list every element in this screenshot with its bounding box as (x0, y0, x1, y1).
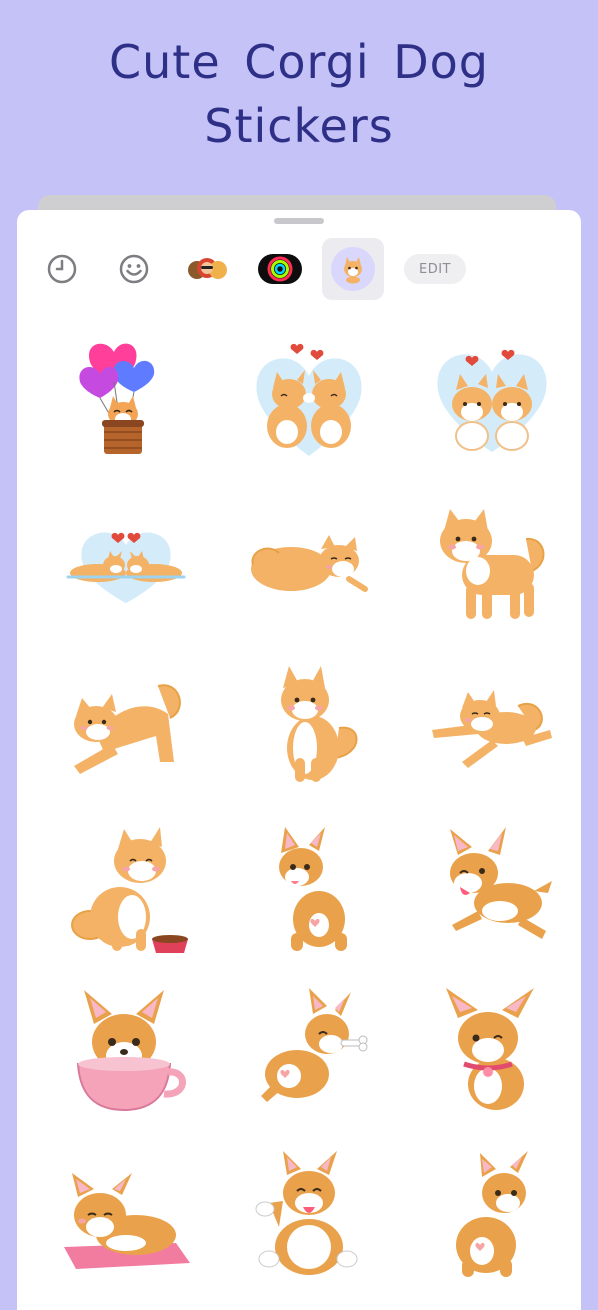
smiley-icon[interactable] (113, 238, 155, 300)
headline-line-2: Stickers (204, 99, 394, 153)
sticker-sitting-shiba[interactable] (222, 646, 396, 809)
edit-button[interactable]: EDIT (404, 254, 466, 284)
sticker-sleeping-shiba[interactable] (222, 483, 396, 646)
sticker-lying-corgis[interactable] (39, 483, 213, 646)
sticker-balloon-corgi[interactable] (39, 320, 213, 483)
sticker-kissing-corgis[interactable] (222, 320, 396, 483)
sticker-sliding-shiba[interactable] (405, 646, 579, 809)
activity-rings-icon[interactable] (255, 238, 305, 300)
sticker-grid (39, 320, 579, 1298)
sticker-winking-corgi[interactable] (405, 972, 579, 1135)
clock-icon[interactable] (41, 238, 83, 300)
sheet-grabber[interactable] (274, 218, 324, 224)
sticker-corgi-cushion[interactable] (39, 1135, 213, 1298)
sticker-corgi-looking-back[interactable] (405, 1135, 579, 1298)
sticker-corgi-from-behind[interactable] (222, 809, 396, 972)
sticker-keyboard-sheet: EDIT (17, 210, 581, 1310)
corgi-pack-thumbnail (331, 247, 375, 291)
headline: Cute Corgi Dog Stickers (0, 30, 598, 158)
corgi-pack-icon[interactable] (322, 238, 384, 300)
sticker-stretching-shiba[interactable] (39, 646, 213, 809)
sticker-shiba-food-bowl[interactable] (39, 809, 213, 972)
sticker-standing-shiba[interactable] (405, 483, 579, 646)
sticker-smiling-corgis[interactable] (405, 320, 579, 483)
sticker-toolbar: EDIT (17, 238, 581, 300)
sticker-corgi-bone[interactable] (222, 972, 396, 1135)
sticker-corgi-rolling[interactable] (222, 1135, 396, 1298)
memoji-pack-icon[interactable] (183, 238, 231, 300)
headline-line-1: Cute Corgi Dog (109, 35, 489, 89)
sticker-running-corgi[interactable] (405, 809, 579, 972)
sticker-corgi-teacup[interactable] (39, 972, 213, 1135)
